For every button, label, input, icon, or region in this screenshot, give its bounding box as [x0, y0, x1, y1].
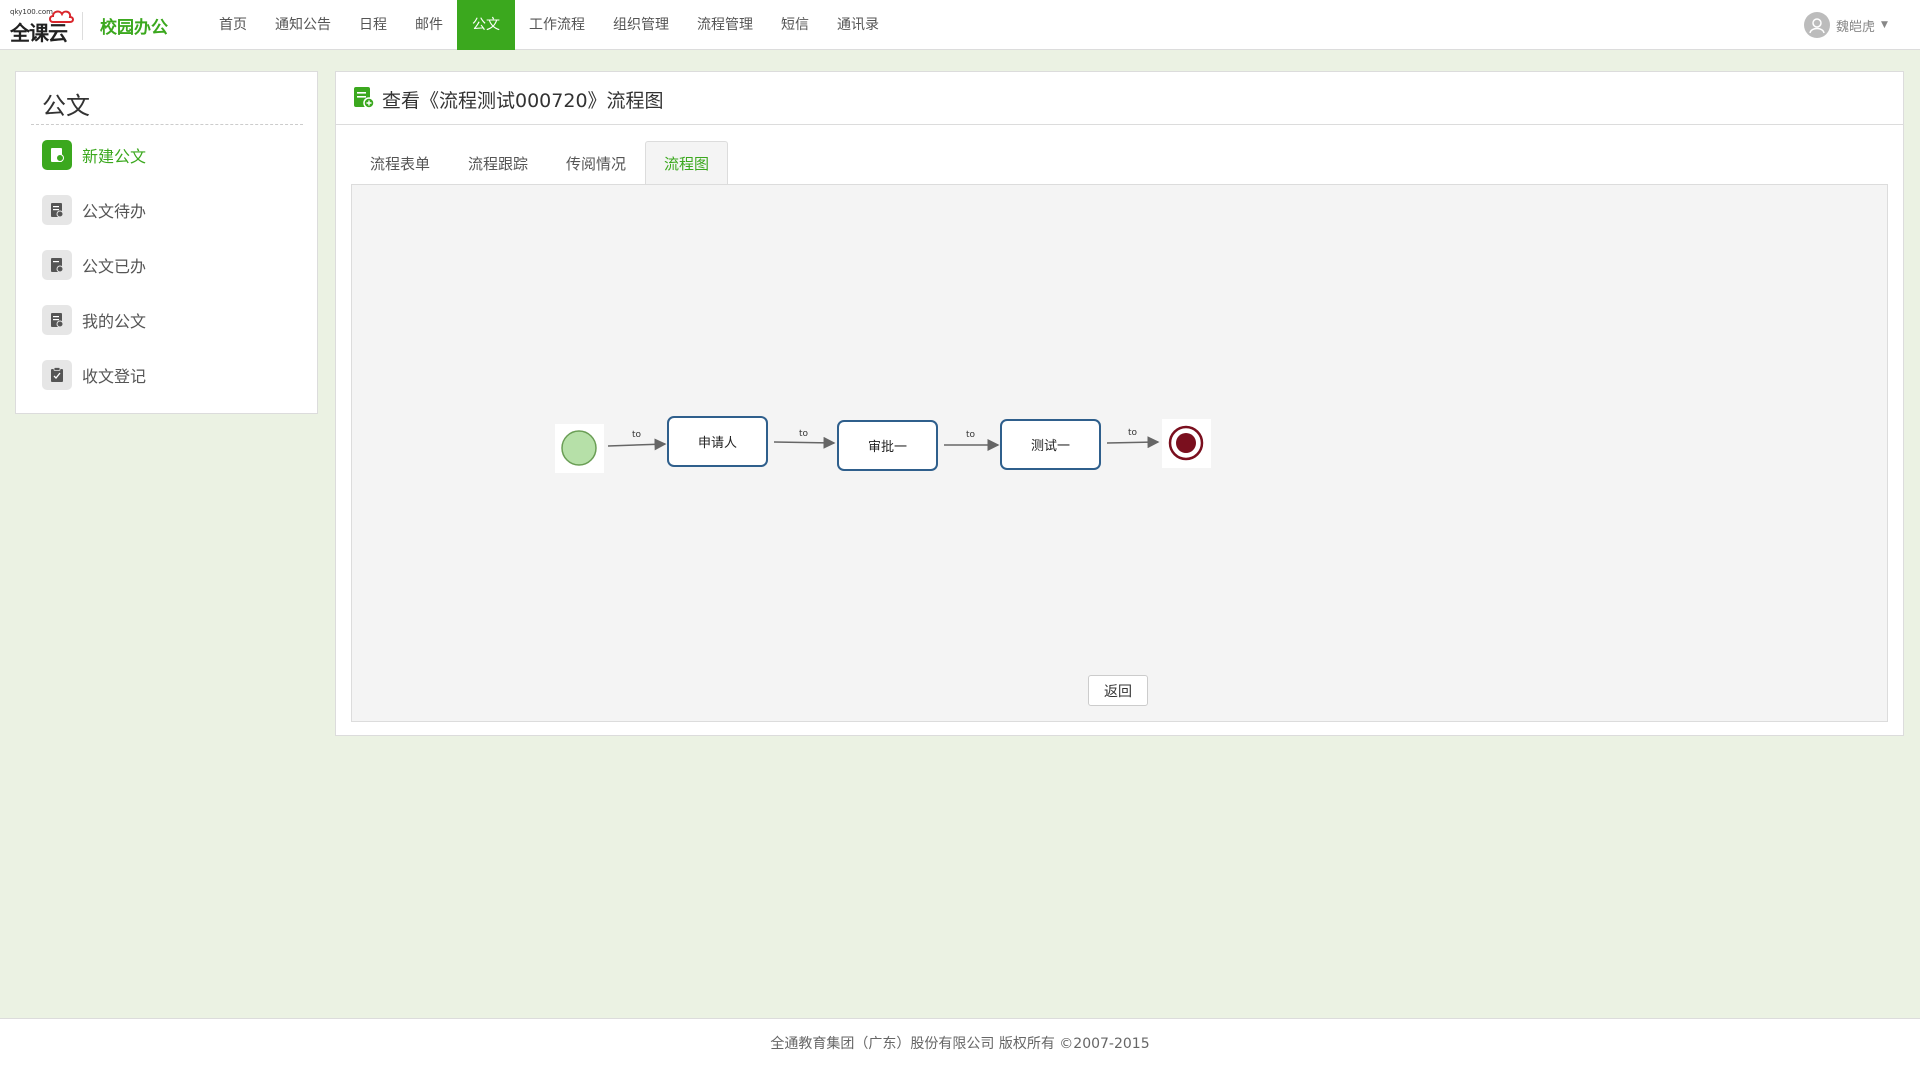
flow-arrow [1106, 436, 1160, 449]
nav-workflow[interactable]: 工作流程 [515, 0, 599, 50]
top-navbar: qky100.com 全课云 校园办公 首页 通知公告 日程 邮件 公文 工作流… [0, 0, 1920, 50]
doc-pending-icon [42, 195, 72, 225]
tab-process-form[interactable]: 流程表单 [351, 141, 449, 185]
flow-label: to [966, 430, 976, 440]
nav-documents[interactable]: 公文 [457, 0, 515, 50]
main-nav: 首页 通知公告 日程 邮件 公文 工作流程 组织管理 流程管理 短信 通讯录 [205, 0, 893, 50]
footer: 全通教育集团（广东）股份有限公司 版权所有 ©2007-2015 [0, 1018, 1920, 1068]
flow-arrow [773, 436, 836, 449]
caret-down-icon: ▼ [1881, 20, 1888, 30]
sidebar-title: 公文 [42, 92, 90, 120]
task-node-approval-1[interactable]: 审批一 [837, 420, 938, 471]
task-node-applicant[interactable]: 申请人 [667, 416, 768, 467]
main-header: 查看《流程测试000720》流程图 [336, 72, 1903, 125]
nav-schedule[interactable]: 日程 [345, 0, 401, 50]
tab-bar: 流程表单 流程跟踪 传阅情况 流程图 [351, 141, 729, 185]
brand-divider [82, 12, 83, 40]
main-panel: 查看《流程测试000720》流程图 流程表单 流程跟踪 传阅情况 流程图 to … [335, 71, 1904, 736]
nav-home[interactable]: 首页 [205, 0, 261, 50]
page-title: 查看《流程测试000720》流程图 [382, 90, 664, 112]
new-doc-icon [42, 140, 72, 170]
nav-contacts[interactable]: 通讯录 [823, 0, 893, 50]
nav-sms[interactable]: 短信 [767, 0, 823, 50]
sidebar-item-done[interactable]: 公文已办 [42, 250, 146, 280]
flow-arrow [607, 438, 667, 451]
doc-add-icon [353, 86, 375, 114]
sidebar-divider [31, 124, 303, 125]
tab-flowchart[interactable]: 流程图 [645, 141, 729, 185]
sidebar-item-label: 公文待办 [82, 202, 147, 221]
brand-logo[interactable]: qky100.com 全课云 [10, 8, 74, 45]
my-doc-icon [42, 305, 72, 335]
user-menu[interactable]: 魏皑虎 ▼ [1804, 12, 1888, 38]
sidebar-item-new-document[interactable]: 新建公文 [42, 140, 146, 170]
sidebar-item-label: 新建公文 [82, 147, 147, 166]
sidebar-item-label: 收文登记 [82, 367, 147, 386]
user-name: 魏皑虎 [1836, 19, 1876, 35]
sidebar-item-pending[interactable]: 公文待办 [42, 195, 146, 225]
task-node-test-1[interactable]: 测试一 [1000, 419, 1101, 470]
sidebar-item-receive-register[interactable]: 收文登记 [42, 360, 146, 390]
sidebar-item-label: 公文已办 [82, 257, 147, 276]
nav-process-management[interactable]: 流程管理 [683, 0, 767, 50]
logo-domain: qky100.com [10, 8, 53, 16]
flowchart-canvas: to to to to 申请人 审批一 测试一 返回 [351, 184, 1888, 722]
sidebar-item-my-documents[interactable]: 我的公文 [42, 305, 146, 335]
end-event-core [1176, 433, 1196, 453]
flow-label: to [632, 430, 642, 440]
back-button[interactable]: 返回 [1088, 675, 1148, 706]
receive-register-icon [42, 360, 72, 390]
nav-mail[interactable]: 邮件 [401, 0, 457, 50]
nav-notices[interactable]: 通知公告 [261, 0, 345, 50]
doc-done-icon [42, 250, 72, 280]
user-icon [1809, 18, 1825, 34]
sidebar-item-label: 我的公文 [82, 312, 147, 331]
cloud-icon [49, 10, 74, 23]
start-event[interactable] [561, 430, 597, 466]
app-title[interactable]: 校园办公 [100, 13, 168, 38]
flow-label: to [799, 429, 809, 439]
tab-circulation[interactable]: 传阅情况 [547, 141, 645, 185]
avatar [1804, 12, 1830, 38]
nav-org-management[interactable]: 组织管理 [599, 0, 683, 50]
tab-process-tracking[interactable]: 流程跟踪 [449, 141, 547, 185]
flow-label: to [1128, 428, 1138, 438]
flow-connectors [555, 419, 1211, 473]
sidebar: 公文 新建公文 公文待办 公文已办 我的公文 收文登记 [15, 71, 318, 414]
